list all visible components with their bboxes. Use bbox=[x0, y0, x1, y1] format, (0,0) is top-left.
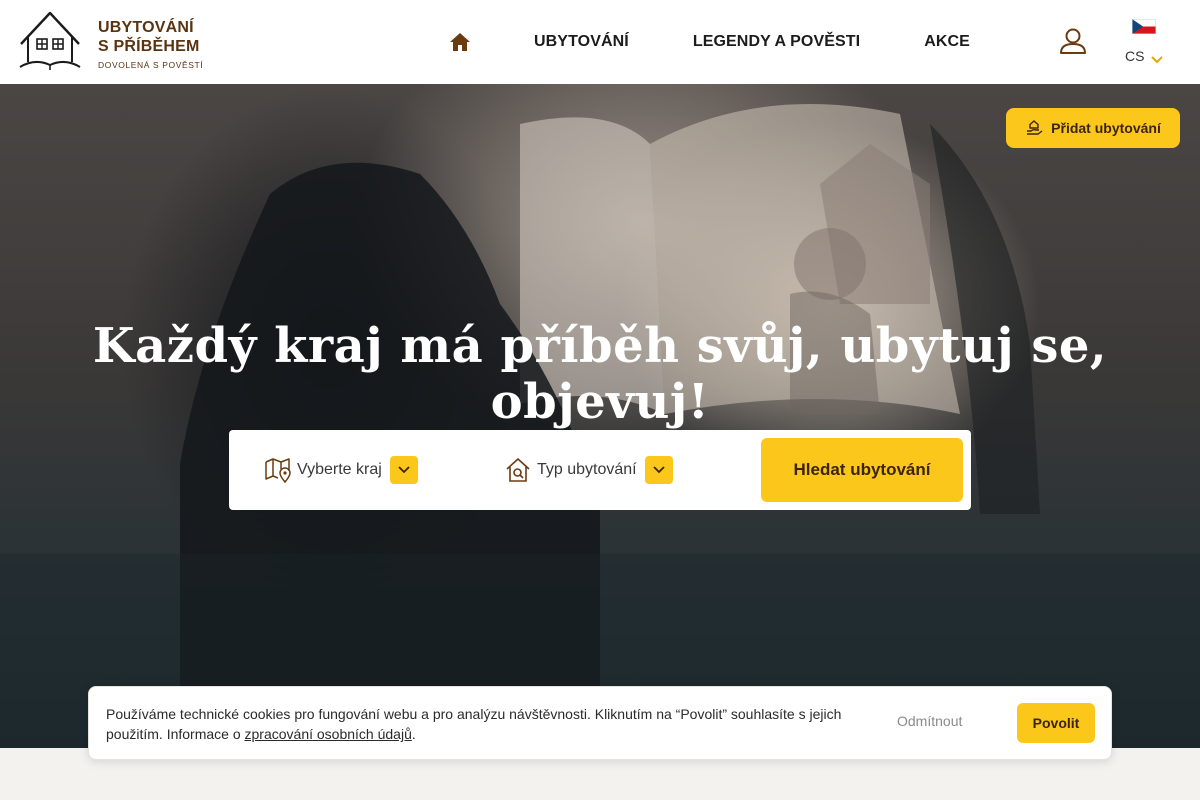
add-accommodation-button[interactable]: Přidat ubytování bbox=[1006, 108, 1180, 148]
language-code: CS bbox=[1125, 48, 1145, 64]
search-panel: Vyberte kraj Typ ubytování Hledat ubytov… bbox=[229, 430, 971, 510]
house-logo-icon bbox=[18, 10, 82, 77]
privacy-policy-link[interactable]: zpracování osobních údajů bbox=[245, 726, 412, 742]
reject-cookies-button[interactable]: Odmítnout bbox=[897, 713, 962, 729]
nav-item-legendy[interactable]: LEGENDY A POVĚSTI bbox=[693, 33, 860, 51]
logo-title-line1: UBYTOVÁNÍ bbox=[98, 18, 194, 36]
nav-item-akce[interactable]: AKCE bbox=[924, 33, 970, 51]
cookie-consent-bar: Používáme technické cookies pro fungován… bbox=[88, 686, 1112, 760]
czech-flag-icon bbox=[1132, 19, 1156, 34]
site-header: UBYTOVÁNÍ S PŘÍBĚHEM DOVOLENÁ S POVĚSTÍ … bbox=[0, 0, 1200, 84]
map-pin-icon bbox=[265, 457, 291, 483]
chevron-down-icon bbox=[1151, 51, 1163, 69]
cookie-message-text: Používáme technické cookies pro fungován… bbox=[106, 706, 842, 742]
logo-title-line2: S PŘÍBĚHEM bbox=[98, 37, 200, 55]
region-select[interactable]: Vyberte kraj bbox=[265, 452, 418, 488]
logo-text: UBYTOVÁNÍ S PŘÍBĚHEM DOVOLENÁ S POVĚSTÍ bbox=[98, 18, 203, 70]
chevron-down-icon bbox=[644, 456, 673, 484]
language-selector[interactable]: CS bbox=[1124, 16, 1168, 68]
hero-section: Přidat ubytování Každý kraj má příběh sv… bbox=[0, 84, 1200, 748]
cookie-message: Používáme technické cookies pro fungován… bbox=[106, 704, 846, 744]
accommodation-type-label: Typ ubytování bbox=[537, 461, 637, 478]
search-button[interactable]: Hledat ubytování bbox=[761, 438, 963, 502]
hero-headline: Každý kraj má příběh svůj, ubytuj se, ob… bbox=[92, 318, 1108, 430]
site-logo[interactable]: UBYTOVÁNÍ S PŘÍBĚHEM DOVOLENÁ S POVĚSTÍ bbox=[18, 10, 203, 77]
cookie-message-end: . bbox=[411, 726, 416, 742]
region-select-label: Vyberte kraj bbox=[297, 461, 382, 478]
house-search-icon bbox=[505, 457, 531, 483]
add-accommodation-label: Přidat ubytování bbox=[1051, 120, 1161, 136]
chevron-down-icon bbox=[389, 456, 418, 484]
logo-tagline: DOVOLENÁ S POVĚSTÍ bbox=[98, 59, 204, 70]
home-icon[interactable] bbox=[446, 28, 474, 56]
main-nav: UBYTOVÁNÍ LEGENDY A POVĚSTI AKCE bbox=[446, 0, 970, 84]
accept-cookies-button[interactable]: Povolit bbox=[1017, 703, 1095, 743]
user-icon[interactable] bbox=[1058, 26, 1088, 56]
accommodation-type-select[interactable]: Typ ubytování bbox=[505, 452, 673, 488]
nav-item-ubytovani[interactable]: UBYTOVÁNÍ bbox=[534, 33, 629, 51]
add-accommodation-icon bbox=[1025, 119, 1043, 137]
